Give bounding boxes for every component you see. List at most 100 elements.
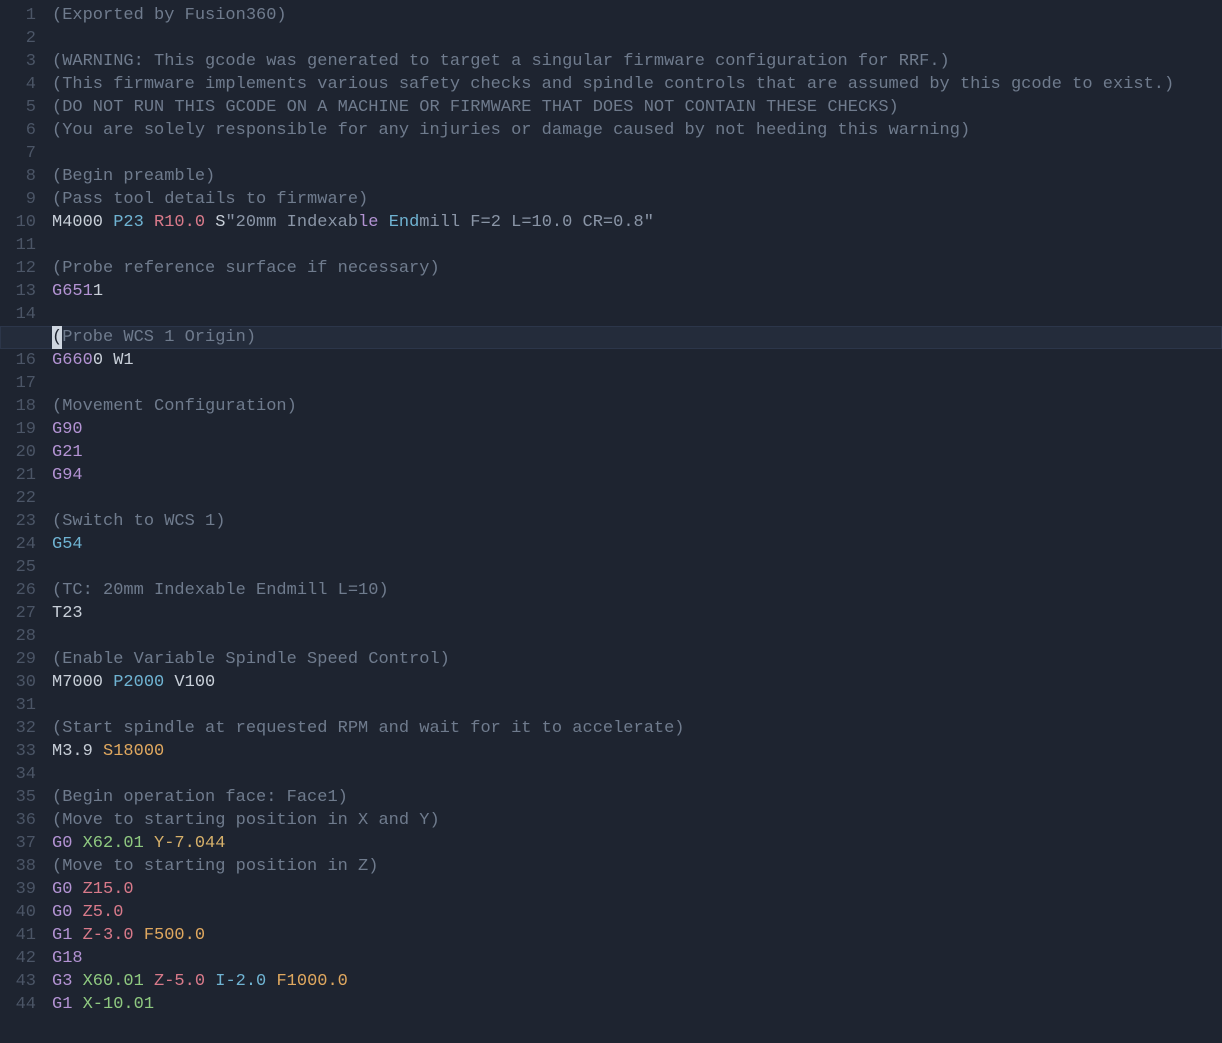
code-line[interactable]: G21 xyxy=(52,441,1222,464)
code-token: G660 xyxy=(52,351,93,370)
code-line[interactable]: G0 Z15.0 xyxy=(52,878,1222,901)
code-token xyxy=(144,972,154,991)
code-token: (Pass tool details to firmware) xyxy=(52,190,368,209)
line-number: 26 xyxy=(0,579,42,602)
code-token: (TC: 20mm Indexable Endmill L=10) xyxy=(52,581,389,600)
code-line[interactable]: T23 xyxy=(52,602,1222,625)
code-line[interactable]: (Pass tool details to firmware) xyxy=(52,188,1222,211)
code-token xyxy=(378,213,388,232)
code-token: Probe WCS 1 Origin) xyxy=(62,328,256,347)
code-token xyxy=(72,972,82,991)
code-token: G3 xyxy=(52,972,72,991)
code-token: le xyxy=(358,213,378,232)
code-line[interactable]: (Movement Configuration) xyxy=(52,395,1222,418)
line-number: 8 xyxy=(0,165,42,188)
code-token: T23 xyxy=(52,604,83,623)
code-line[interactable]: (You are solely responsible for any inju… xyxy=(52,119,1222,142)
line-number: 9 xyxy=(0,188,42,211)
code-line[interactable]: (Move to starting position in X and Y) xyxy=(52,809,1222,832)
code-token: G1 xyxy=(52,926,72,945)
code-line[interactable] xyxy=(52,142,1222,165)
line-number: 7 xyxy=(0,142,42,165)
code-line[interactable]: G0 X62.01 Y-7.044 xyxy=(52,832,1222,855)
line-number: 1 xyxy=(0,4,42,27)
code-line[interactable]: (DO NOT RUN THIS GCODE ON A MACHINE OR F… xyxy=(52,96,1222,119)
code-token: (Enable Variable Spindle Speed Control) xyxy=(52,650,450,669)
code-line[interactable]: (Begin operation face: Face1) xyxy=(52,786,1222,809)
code-token: P23 xyxy=(113,213,144,232)
line-number: 37 xyxy=(0,832,42,855)
code-line[interactable]: (Enable Variable Spindle Speed Control) xyxy=(52,648,1222,671)
code-line[interactable]: G54 xyxy=(52,533,1222,556)
line-number: 10 xyxy=(0,211,42,234)
code-token: (This firmware implements various safety… xyxy=(52,75,1174,94)
code-line[interactable] xyxy=(52,556,1222,579)
code-token: (Movement Configuration) xyxy=(52,397,297,416)
code-token xyxy=(266,972,276,991)
line-number: 44 xyxy=(0,993,42,1016)
code-line[interactable]: (This firmware implements various safety… xyxy=(52,73,1222,96)
code-token: G0 xyxy=(52,903,72,922)
code-line[interactable]: G3 X60.01 Z-5.0 I-2.0 F1000.0 xyxy=(52,970,1222,993)
code-token: X62.01 xyxy=(83,834,144,853)
code-line[interactable]: M3.9 S18000 xyxy=(52,740,1222,763)
code-line[interactable]: (Exported by Fusion360) xyxy=(52,4,1222,27)
code-token: M7000 xyxy=(52,673,113,692)
code-token: G651 xyxy=(52,282,93,301)
code-line[interactable] xyxy=(52,694,1222,717)
line-number: 40 xyxy=(0,901,42,924)
code-line[interactable]: (WARNING: This gcode was generated to ta… xyxy=(52,50,1222,73)
code-line[interactable]: G1 X-10.01 xyxy=(52,993,1222,1016)
code-line[interactable]: G1 Z-3.0 F500.0 xyxy=(52,924,1222,947)
code-token: F500.0 xyxy=(144,926,205,945)
code-line[interactable]: (TC: 20mm Indexable Endmill L=10) xyxy=(52,579,1222,602)
code-line[interactable]: G0 Z5.0 xyxy=(52,901,1222,924)
code-line[interactable]: (Begin preamble) xyxy=(52,165,1222,188)
code-token: Z-3.0 xyxy=(83,926,134,945)
code-line[interactable]: G18 xyxy=(52,947,1222,970)
code-line[interactable] xyxy=(52,303,1222,326)
scrollbar-track[interactable] xyxy=(1208,0,1222,1043)
code-line[interactable]: G6600 W1 xyxy=(52,349,1222,372)
line-number: 31 xyxy=(0,694,42,717)
line-number: 3 xyxy=(0,50,42,73)
code-line[interactable] xyxy=(52,372,1222,395)
code-line[interactable]: M4000 P23 R10.0 S"20mm Indexable Endmill… xyxy=(52,211,1222,234)
code-token: (You are solely responsible for any inju… xyxy=(52,121,970,140)
text-cursor: ( xyxy=(52,326,62,349)
code-area[interactable]: (Exported by Fusion360) (WARNING: This gc… xyxy=(42,0,1222,1043)
code-token: (WARNING: This gcode was generated to ta… xyxy=(52,52,950,71)
code-line[interactable] xyxy=(52,487,1222,510)
code-token: M3.9 xyxy=(52,742,103,761)
line-number: 20 xyxy=(0,441,42,464)
code-line[interactable]: G6511 xyxy=(52,280,1222,303)
code-token xyxy=(72,903,82,922)
code-token: (Probe reference surface if necessary) xyxy=(52,259,440,278)
code-line[interactable]: M7000 P2000 V100 xyxy=(52,671,1222,694)
code-token: X60.01 xyxy=(83,972,144,991)
code-line[interactable]: (Probe WCS 1 Origin) xyxy=(52,326,1222,349)
line-number: 29 xyxy=(0,648,42,671)
code-token: V100 xyxy=(164,673,215,692)
code-token: (Start spindle at requested RPM and wait… xyxy=(52,719,685,738)
code-line[interactable]: (Start spindle at requested RPM and wait… xyxy=(52,717,1222,740)
line-number-gutter: 1234567891011121314151617181920212223242… xyxy=(0,0,42,1043)
code-token: (Begin operation face: Face1) xyxy=(52,788,348,807)
code-token xyxy=(134,926,144,945)
line-number: 35 xyxy=(0,786,42,809)
code-line[interactable]: (Switch to WCS 1) xyxy=(52,510,1222,533)
code-line[interactable]: G90 xyxy=(52,418,1222,441)
code-line[interactable] xyxy=(52,763,1222,786)
code-line[interactable] xyxy=(52,625,1222,648)
line-number: 43 xyxy=(0,970,42,993)
code-line[interactable] xyxy=(52,27,1222,50)
code-line[interactable]: G94 xyxy=(52,464,1222,487)
code-line[interactable]: (Probe reference surface if necessary) xyxy=(52,257,1222,280)
code-token: (Move to starting position in Z) xyxy=(52,857,378,876)
code-line[interactable]: (Move to starting position in Z) xyxy=(52,855,1222,878)
code-token: S xyxy=(215,213,225,232)
code-line[interactable] xyxy=(52,234,1222,257)
code-editor[interactable]: 1234567891011121314151617181920212223242… xyxy=(0,0,1222,1043)
line-number: 2 xyxy=(0,27,42,50)
code-token: (DO NOT RUN THIS GCODE ON A MACHINE OR F… xyxy=(52,98,899,117)
